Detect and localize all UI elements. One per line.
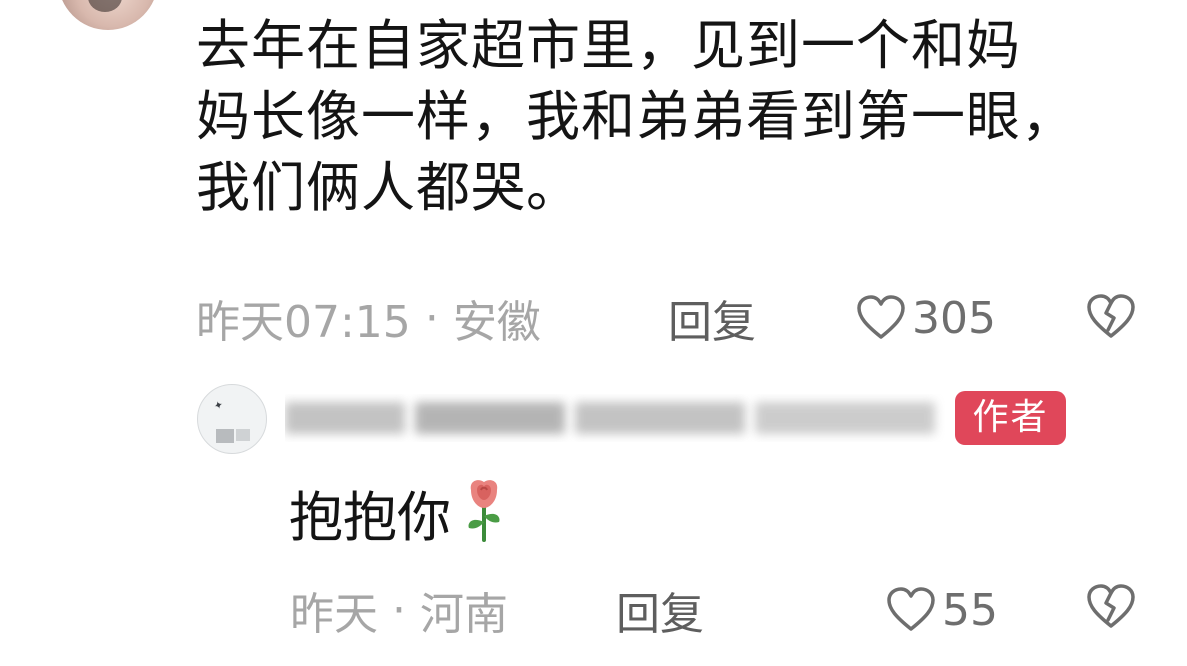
redaction-block	[575, 402, 745, 434]
redaction-block	[415, 402, 565, 434]
heart-outline-icon	[887, 587, 935, 631]
reply-location: 河南	[420, 589, 508, 640]
redaction-block	[755, 402, 935, 434]
reply-time: 昨天	[290, 589, 378, 640]
avatar-blur-a	[216, 429, 234, 443]
rose-emoji-icon	[457, 476, 511, 560]
reply-reply-button[interactable]: 回复	[616, 578, 704, 642]
comment-location: 安徽	[452, 297, 541, 348]
author-badge: 作者	[955, 391, 1066, 445]
comment-time: 昨天07:15	[196, 297, 411, 348]
reply-like-button[interactable]: 55	[886, 585, 998, 636]
reply-dislike-button[interactable]	[1086, 584, 1136, 641]
avatar-logo: ✦	[212, 397, 226, 414]
commenter-avatar[interactable]	[58, 0, 158, 30]
author-avatar[interactable]: ✦	[197, 384, 267, 454]
comment-line-3: 我们俩人都哭。	[196, 156, 581, 219]
broken-heart-icon	[1087, 584, 1135, 628]
comment-body: 去年在自家超市里，见到一个和妈 妈长像一样，我和弟弟看到第一眼， 我们俩人都哭。	[196, 10, 1156, 223]
reply-like-count: 55	[942, 584, 998, 636]
reply-body: 抱抱你	[289, 476, 511, 560]
comment-meta: 昨天07:15 · 安徽 回复 305	[196, 286, 1156, 350]
comment-line-2: 妈长像一样，我和弟弟看到第一眼，	[196, 85, 1076, 148]
broken-heart-icon	[1087, 294, 1135, 338]
reply-button[interactable]: 回复	[668, 286, 756, 350]
dislike-button[interactable]	[1086, 294, 1136, 351]
like-count: 305	[912, 292, 996, 344]
reply-meta: 昨天 · 河南 回复 55	[290, 578, 1150, 642]
like-button[interactable]: 305	[856, 293, 996, 344]
author-name-redacted[interactable]	[285, 394, 945, 442]
meta-separator: ·	[392, 584, 406, 636]
avatar-blur-b	[236, 429, 250, 441]
redaction-block	[285, 402, 405, 434]
meta-separator: ·	[424, 292, 439, 344]
reply-text: 抱抱你	[289, 486, 451, 549]
heart-outline-icon	[857, 295, 905, 339]
comment-line-1: 去年在自家超市里，见到一个和妈	[196, 14, 1021, 77]
